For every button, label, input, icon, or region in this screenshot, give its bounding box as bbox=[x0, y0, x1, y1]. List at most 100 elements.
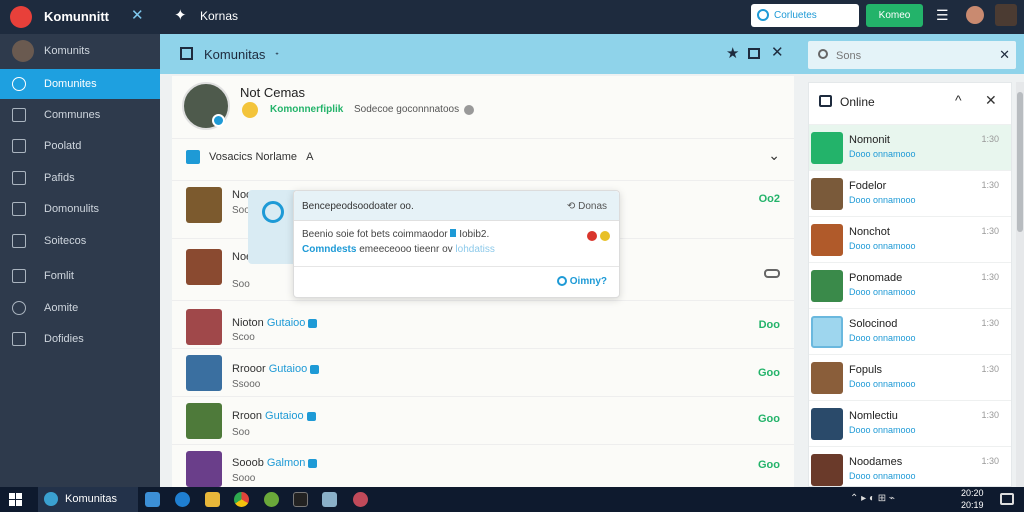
popup-footer-action[interactable]: Oimny? bbox=[556, 276, 607, 287]
primary-action-button[interactable]: Komeo bbox=[866, 4, 923, 27]
sidebar-item-poolatd[interactable]: Poolatd bbox=[0, 131, 160, 161]
message-icon bbox=[12, 332, 26, 346]
contact-time: 1:30 bbox=[981, 410, 999, 420]
chevron-down-icon[interactable]: ⌄ bbox=[768, 147, 780, 164]
popup-line2: Comndests emeeceooo tieenr ov lohdatiss bbox=[302, 244, 495, 255]
maximize-icon[interactable] bbox=[748, 48, 760, 59]
chrome-icon[interactable] bbox=[234, 492, 249, 507]
contact-item[interactable]: Fopuls Dooo onnamooo 1:30 bbox=[809, 354, 1011, 400]
image-icon[interactable] bbox=[322, 492, 337, 507]
section-header[interactable]: Vosacics Norlame A ⌄ bbox=[172, 138, 794, 176]
shield-icon[interactable] bbox=[353, 492, 368, 507]
post-tag[interactable]: Gutaioo bbox=[267, 317, 306, 329]
popup-title-action[interactable]: ⟲ Donas bbox=[567, 201, 607, 212]
contact-item[interactable]: Nomlectiu Dooo onnamooo 1:30 bbox=[809, 400, 1011, 446]
avatar[interactable] bbox=[995, 4, 1017, 26]
list-item[interactable]: Nioton Gutaioo Scoo Doo bbox=[172, 300, 794, 348]
sidebar-item-domonulits[interactable]: Domonulits bbox=[0, 194, 160, 224]
contact-avatar bbox=[811, 178, 843, 210]
doc-icon bbox=[12, 139, 26, 153]
sidebar-item-soitecos[interactable]: Soitecos bbox=[0, 226, 160, 256]
sidebar-item-label: Aomite bbox=[44, 302, 79, 314]
close-icon[interactable]: ✕ bbox=[771, 43, 784, 61]
popup-title: Bencepeodsoodoater oo. bbox=[302, 201, 414, 212]
windows-start-icon[interactable] bbox=[9, 493, 22, 506]
contact-avatar bbox=[811, 454, 843, 486]
contact-name: Solocinod bbox=[849, 318, 898, 330]
info-icon[interactable] bbox=[464, 105, 474, 115]
star-icon[interactable]: ✦ bbox=[174, 6, 187, 24]
image-icon bbox=[12, 234, 26, 248]
system-tray-icons[interactable]: ⌃ ▸ ◐ ⊞ ⌁ bbox=[850, 493, 895, 504]
red-status-icon bbox=[587, 231, 597, 241]
post-meta: Sooo bbox=[232, 473, 256, 484]
taskbar-app-active[interactable]: Komunitas bbox=[38, 487, 138, 512]
folder-icon[interactable] bbox=[205, 492, 220, 507]
verified-icon bbox=[306, 411, 316, 421]
gamepad-icon[interactable] bbox=[764, 269, 780, 278]
close-icon[interactable]: ✕ bbox=[999, 47, 1010, 63]
sidebar-item-dofidies[interactable]: Dofidies bbox=[0, 324, 160, 354]
contact-item[interactable]: Ponomade Dooo onnamooo 1:30 bbox=[809, 262, 1011, 308]
page-title-text: Komunitas bbox=[204, 47, 266, 62]
contact-time: 1:30 bbox=[981, 180, 999, 190]
post-name-text: Rroon bbox=[232, 410, 262, 422]
clock-time[interactable]: 20:20 bbox=[961, 488, 984, 498]
popup-link[interactable]: Comndests bbox=[302, 244, 356, 255]
sidebar-item-pafids[interactable]: Pafids bbox=[0, 163, 160, 193]
contact-status: Dooo onnamooo bbox=[849, 241, 916, 251]
contact-item[interactable]: Fodelor Dooo onnamooo 1:30 bbox=[809, 170, 1011, 216]
list-item[interactable]: Rrooor Gutaioo Ssooo Goo bbox=[172, 348, 794, 396]
contact-status: Dooo onnamooo bbox=[849, 149, 916, 159]
contact-time: 1:30 bbox=[981, 226, 999, 236]
post-status: Doo bbox=[758, 319, 780, 331]
sidebar-item-communes[interactable]: Communes bbox=[0, 100, 160, 130]
page-title: Komunitas ᐩ bbox=[204, 47, 279, 62]
contact-status: Dooo onnamooo bbox=[849, 425, 916, 435]
close-icon[interactable]: ✕ bbox=[985, 92, 997, 109]
online-header: Online ^ ✕ bbox=[809, 83, 1011, 121]
scrollbar-thumb[interactable] bbox=[1017, 92, 1023, 232]
sidebar-item-label: Soitecos bbox=[44, 235, 87, 247]
search-bar: Sons ✕ bbox=[804, 34, 1024, 74]
list-item[interactable]: Rroon Gutaioo Soo Goo bbox=[172, 396, 794, 444]
cloud-icon[interactable] bbox=[145, 492, 160, 507]
contact-name: Noodames bbox=[849, 456, 903, 468]
contact-item[interactable]: Nonchot Dooo onnamooo 1:30 bbox=[809, 216, 1011, 262]
post-meta: Scoo bbox=[232, 332, 255, 343]
terminal-icon[interactable] bbox=[293, 492, 308, 507]
list-item[interactable]: Sooob Galmon Sooo Goo bbox=[172, 444, 794, 492]
sidebar-item-aomite[interactable]: Aomite bbox=[0, 293, 160, 323]
avatar-small[interactable] bbox=[966, 6, 984, 24]
search-input[interactable]: Sons ✕ bbox=[808, 41, 1016, 69]
taskbar-app-label: Komunitas bbox=[65, 493, 117, 505]
edge-icon[interactable] bbox=[175, 492, 190, 507]
menu-icon[interactable]: ☰ bbox=[936, 8, 949, 22]
contact-item[interactable]: Nomonit Dooo onnamooo 1:30 bbox=[809, 124, 1011, 170]
close-icon[interactable]: ✕ bbox=[131, 6, 144, 24]
notification-popup: Bencepeodsoodoater oo. ⟲ Donas Beenio so… bbox=[293, 190, 620, 298]
top-search-placeholder: Corluetes bbox=[774, 10, 817, 21]
post-tag[interactable]: Gutaioo bbox=[269, 363, 308, 375]
notification-icon[interactable] bbox=[1000, 493, 1014, 505]
profile-link[interactable]: Komonnerfiplik bbox=[270, 104, 343, 115]
post-name: Nioton Gutaioo bbox=[232, 317, 318, 329]
contact-item[interactable]: Noodames Dooo onnamooo 1:30 bbox=[809, 446, 1011, 492]
post-avatar bbox=[186, 187, 222, 223]
sidebar-item-domunites[interactable]: Domunites bbox=[0, 69, 160, 99]
post-tag[interactable]: Gutaioo bbox=[265, 410, 304, 422]
app-green-icon[interactable] bbox=[264, 492, 279, 507]
sidebar-user[interactable]: Komunits bbox=[0, 36, 160, 66]
contact-item[interactable]: Solocinod Dooo onnamooo 1:30 bbox=[809, 308, 1011, 354]
section-label-suffix: A bbox=[306, 151, 314, 163]
profile-subtitle: Sodecoe goconnnatoos bbox=[354, 104, 460, 115]
header-checkbox-icon[interactable] bbox=[180, 47, 193, 60]
popup-link2[interactable]: lohdatiss bbox=[455, 244, 494, 255]
star-icon[interactable]: ★ bbox=[726, 44, 739, 62]
chevron-up-icon[interactable]: ^ bbox=[955, 92, 962, 108]
post-tag[interactable]: Galmon bbox=[267, 457, 306, 469]
top-search-input[interactable]: Corluetes bbox=[751, 4, 859, 27]
sidebar-item-fomlit[interactable]: Fomlit bbox=[0, 261, 160, 291]
scrollbar[interactable] bbox=[1016, 82, 1024, 487]
clock-date[interactable]: 20:19 bbox=[961, 500, 984, 510]
